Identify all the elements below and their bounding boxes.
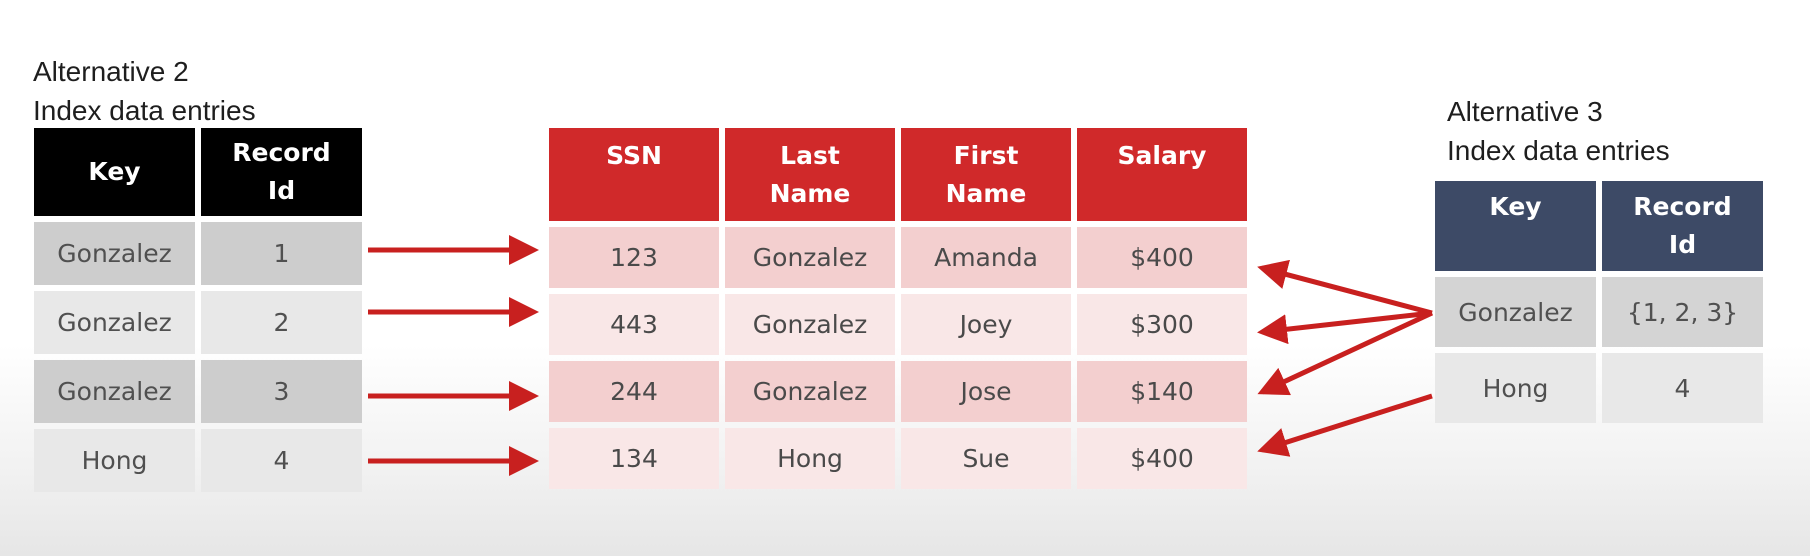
arrow-alt3-to-row1 bbox=[1257, 259, 1433, 316]
arrow-alt3-to-row4 bbox=[1257, 393, 1433, 457]
pointer-arrows bbox=[368, 235, 1434, 476]
